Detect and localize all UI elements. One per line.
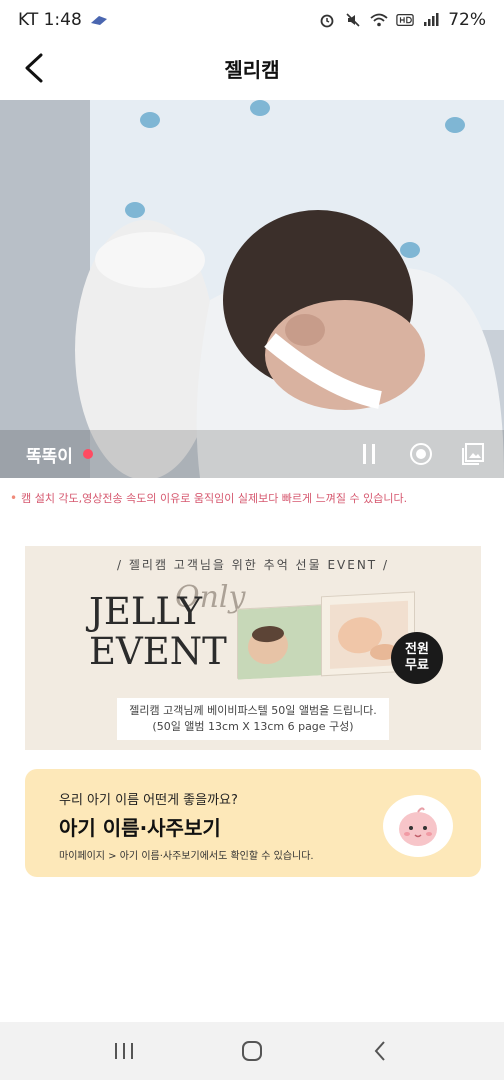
badge-line1: 전원 bbox=[405, 642, 429, 657]
back-button[interactable] bbox=[18, 50, 50, 86]
banner-headline-line1: JELLY bbox=[89, 590, 203, 633]
app-bar: 젤리캠 bbox=[0, 40, 504, 96]
gallery-button[interactable] bbox=[460, 441, 486, 467]
back-arrow-icon bbox=[25, 53, 43, 83]
system-back-button[interactable] bbox=[358, 1033, 402, 1069]
video-control-bar: 똑똑이 bbox=[0, 430, 504, 478]
mute-icon bbox=[344, 11, 362, 29]
banner-description: 젤리캠 고객님께 베이비파스텔 50일 앨범을 드립니다. (50일 앨범 13… bbox=[117, 698, 389, 740]
record-button[interactable] bbox=[408, 441, 434, 467]
card-question: 우리 아기 이름 어떤게 좋을까요? bbox=[59, 793, 238, 808]
latency-notice: • 캠 설치 각도,영상전송 속도의 이유로 움직임이 실제보다 빠르게 느껴질… bbox=[10, 490, 407, 506]
system-nav-bar bbox=[0, 1022, 504, 1080]
camera-live-view[interactable]: 똑똑이 bbox=[0, 100, 504, 478]
battery-percent: 72% bbox=[448, 10, 486, 30]
banner-desc-line2: (50일 앨범 13cm X 13cm 6 page 구성) bbox=[152, 720, 354, 733]
record-icon bbox=[410, 443, 432, 465]
baby-name-card[interactable]: 우리 아기 이름 어떤게 좋을까요? 아기 이름·사주보기 마이페이지 > 아기… bbox=[25, 769, 481, 877]
album-left-page bbox=[237, 604, 324, 680]
home-icon bbox=[242, 1041, 262, 1061]
gallery-icon bbox=[462, 443, 484, 465]
album-image bbox=[237, 587, 417, 688]
alarm-icon bbox=[318, 11, 336, 29]
page-title: 젤리캠 bbox=[224, 57, 280, 82]
hd-voice-icon bbox=[396, 11, 414, 29]
signal-icon bbox=[422, 11, 440, 29]
baby-face-icon bbox=[383, 795, 453, 857]
camera-feed-image bbox=[0, 100, 504, 478]
banner-desc-line1: 젤리캠 고객님께 베이비파스텔 50일 앨범을 드립니다. bbox=[129, 704, 377, 717]
banner-headline: JELLY EVENT bbox=[89, 592, 227, 672]
live-indicator-dot bbox=[82, 449, 93, 459]
pause-icon bbox=[363, 444, 375, 464]
wifi-icon bbox=[370, 11, 388, 29]
badge-line2: 무료 bbox=[405, 658, 429, 673]
banner-headline-line2: EVENT bbox=[89, 630, 227, 673]
notice-bullet-icon: • bbox=[10, 491, 18, 505]
carrier-time: KT 1:48 bbox=[18, 10, 82, 30]
home-button[interactable] bbox=[230, 1033, 274, 1069]
pause-button[interactable] bbox=[356, 441, 382, 467]
camera-name: 똑똑이 bbox=[26, 446, 73, 467]
status-bar: KT 1:48 72% bbox=[0, 0, 504, 40]
banner-top-text: / 젤리캠 고객님을 위한 추억 선물 EVENT / bbox=[117, 558, 389, 572]
free-badge: 전원 무료 bbox=[391, 632, 443, 684]
recent-apps-button[interactable] bbox=[102, 1033, 146, 1069]
system-back-icon bbox=[374, 1041, 385, 1061]
recent-apps-icon bbox=[115, 1043, 133, 1059]
notification-app-icon bbox=[90, 11, 108, 29]
notice-text: 캠 설치 각도,영상전송 속도의 이유로 움직임이 실제보다 빠르게 느껴질 수… bbox=[21, 492, 408, 505]
card-subtitle: 마이페이지 > 아기 이름·사주보기에서도 확인할 수 있습니다. bbox=[59, 851, 314, 862]
event-banner[interactable]: / 젤리캠 고객님을 위한 추억 선물 EVENT / Only JELLY E… bbox=[25, 546, 481, 750]
